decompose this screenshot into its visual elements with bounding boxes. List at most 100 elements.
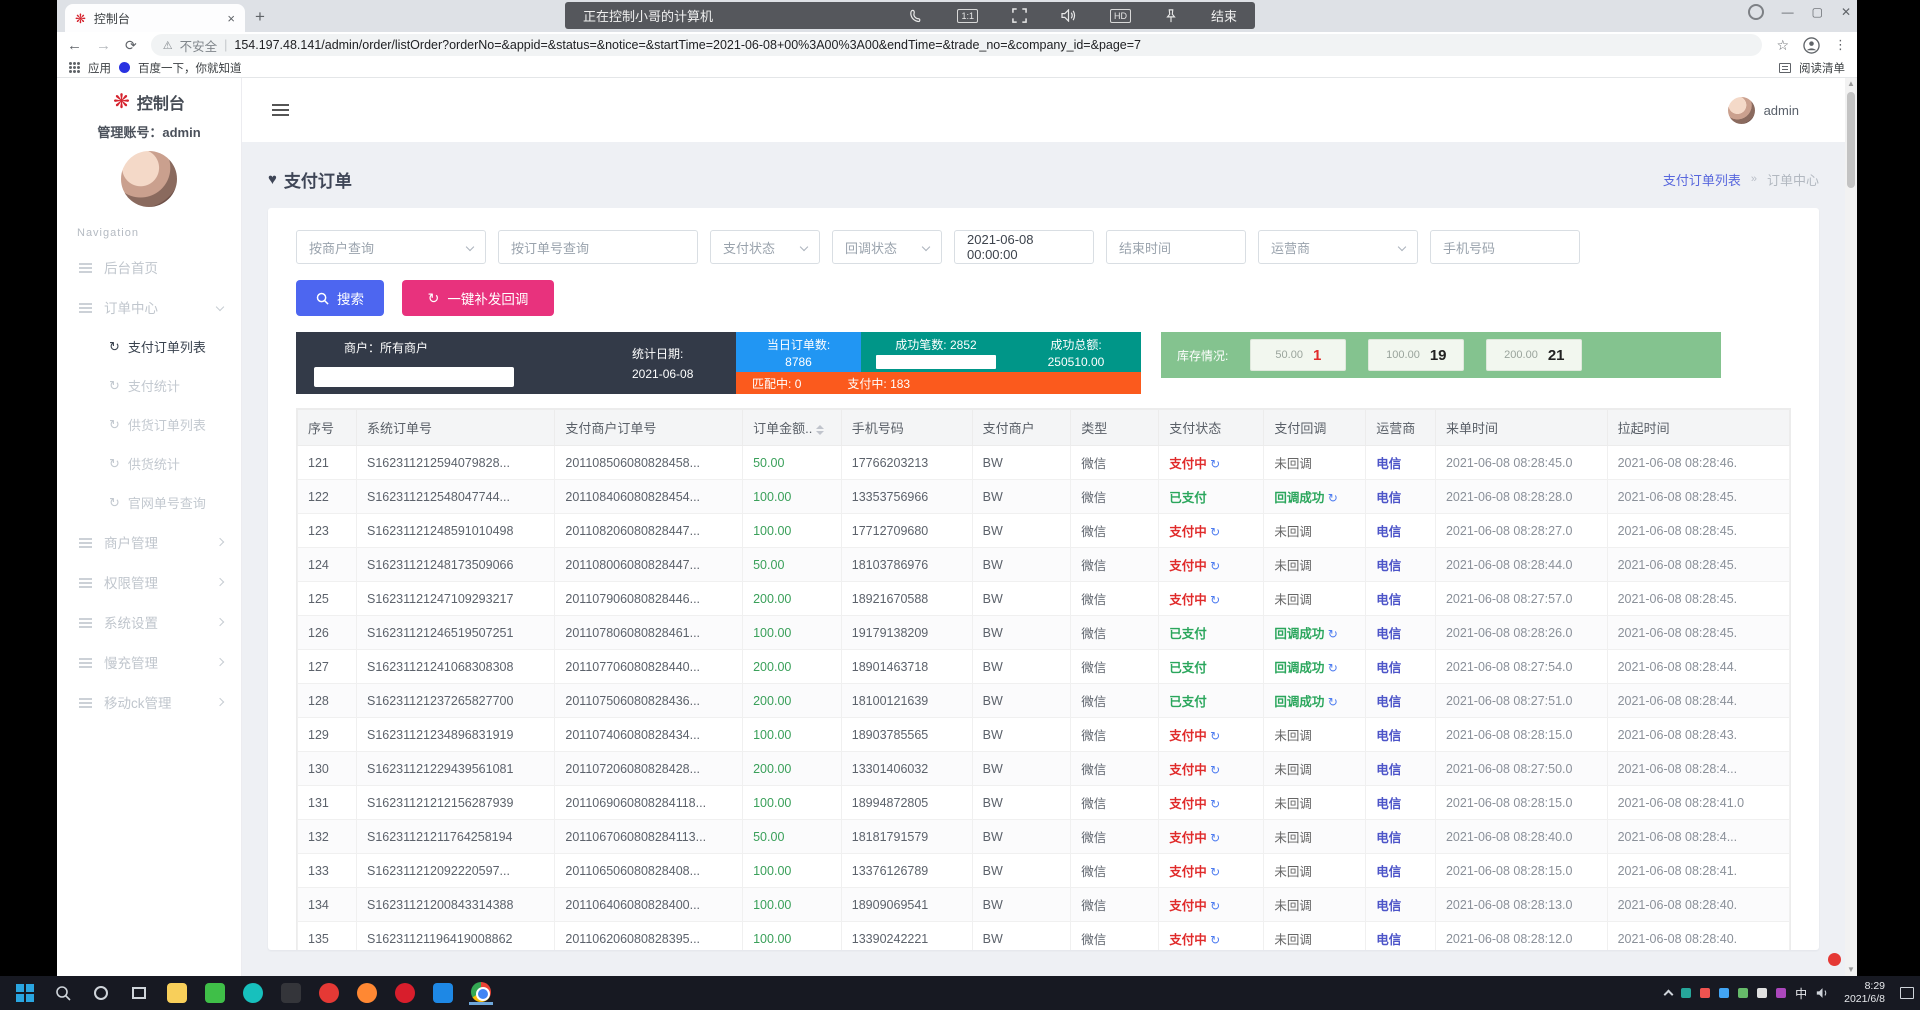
refresh-icon[interactable]: ↻ [1324,491,1337,505]
apps-grid-icon[interactable] [69,62,80,73]
reading-list-label[interactable]: 阅读清单 [1799,60,1845,76]
logo[interactable]: ❋ 控制台 [57,90,241,114]
refresh-icon[interactable]: ↻ [1324,661,1337,675]
tray-icon[interactable] [1738,988,1748,998]
sidebar-subitem[interactable]: ↻官网单号查询 [57,483,241,522]
refresh-icon[interactable]: ↻ [1207,899,1220,913]
app-teal-icon[interactable] [241,981,265,1005]
start-button[interactable] [13,981,37,1005]
sort-icon[interactable] [816,425,824,435]
refresh-icon[interactable]: ↻ [1324,627,1337,641]
file-explorer-icon[interactable] [165,981,189,1005]
new-tab-button[interactable]: + [255,7,265,27]
merchant-select[interactable]: 按商户查询 [296,230,486,264]
user-avatar[interactable] [121,151,177,207]
sidebar-item[interactable]: 后台首页 [57,247,241,287]
refresh-icon[interactable]: ↻ [1207,933,1220,947]
tray-icon[interactable] [1681,988,1691,998]
search-button[interactable]: 搜索 [296,280,384,316]
refresh-icon[interactable]: ↻ [1207,729,1220,743]
remote-end-button[interactable]: 结束 [1211,6,1237,25]
hd-icon[interactable]: HD [1110,9,1131,23]
bookmark-baidu[interactable]: 百度一下，你就知道 [138,60,242,76]
phone-input[interactable]: 手机号码 [1430,230,1580,264]
address-bar[interactable]: ⚠ 不安全 | 154.197.48.141/admin/order/listO… [151,34,1763,56]
terminal-icon[interactable] [279,981,303,1005]
scrollbar-thumb[interactable] [1847,92,1855,188]
resend-callback-button[interactable]: ↻ 一键补发回调 [402,280,554,316]
wechat-icon[interactable] [203,981,227,1005]
refresh-icon[interactable]: ↻ [1207,831,1220,845]
notification-dot[interactable] [1828,953,1841,966]
language-indicator[interactable]: 中 [1795,985,1807,1002]
cortana-icon[interactable] [89,981,113,1005]
tray-icon[interactable] [1719,988,1729,998]
order-no-input[interactable]: 按订单号查询 [498,230,698,264]
tray-icon[interactable] [1700,988,1710,998]
refresh-icon[interactable]: ↻ [1207,457,1220,471]
action-center-icon[interactable] [1900,987,1914,999]
sidebar-subitem[interactable]: ↻支付统计 [57,366,241,405]
column-header[interactable]: 订单金额.. [743,410,842,446]
chrome-icon[interactable] [469,981,493,1005]
apps-label[interactable]: 应用 [88,60,111,76]
sidebar-item[interactable]: 订单中心 [57,287,241,327]
sidebar-item[interactable]: 商户管理 [57,522,241,562]
task-view-icon[interactable] [127,981,151,1005]
taskbar-search-icon[interactable] [51,981,75,1005]
video-app-icon[interactable] [431,981,455,1005]
profile-avatar-icon[interactable] [1803,37,1820,54]
tab-close-icon[interactable]: × [227,11,235,26]
window-profile-icon[interactable] [1748,4,1764,20]
reload-button[interactable]: ⟳ [125,37,137,54]
music-app-icon[interactable] [393,981,417,1005]
refresh-icon[interactable]: ↻ [1324,695,1337,709]
bookmark-star-icon[interactable]: ☆ [1776,37,1789,54]
app-red-icon[interactable] [317,981,341,1005]
stat-success-input[interactable] [876,355,996,369]
taskbar-clock[interactable]: 8:29 2021/6/8 [1844,980,1885,1006]
header-user[interactable]: admin [1728,97,1799,124]
page-scrollbar[interactable]: ▲ ▼ [1845,78,1857,976]
sidebar-item[interactable]: 慢充管理 [57,642,241,682]
end-time-input[interactable]: 结束时间 [1106,230,1246,264]
ratio-1-1-icon[interactable]: 1:1 [957,9,978,23]
sidebar-subitem[interactable]: ↻供货统计 [57,444,241,483]
menu-kebab-icon[interactable]: ⋮ [1834,37,1847,53]
tray-expand-icon[interactable] [1664,990,1674,1000]
scroll-down-arrow[interactable]: ▼ [1845,964,1857,976]
phone-icon[interactable] [909,9,923,23]
refresh-icon[interactable]: ↻ [1207,763,1220,777]
pay-status-select[interactable]: 支付状态 [710,230,820,264]
refresh-icon[interactable]: ↻ [1207,865,1220,879]
tray-icon[interactable] [1757,988,1767,998]
volume-icon[interactable] [1816,987,1829,999]
window-maximize-button[interactable]: ▢ [1812,5,1823,19]
pin-icon[interactable] [1165,9,1177,23]
start-time-input[interactable]: 2021-06-08 00:00:00 [954,230,1094,264]
firefox-icon[interactable] [355,981,379,1005]
forward-button[interactable]: → [96,37,111,54]
scroll-up-arrow[interactable]: ▲ [1845,78,1857,90]
refresh-icon[interactable]: ↻ [1207,525,1220,539]
sidebar-item[interactable]: 权限管理 [57,562,241,602]
sidebar-item[interactable]: 移动ck管理 [57,682,241,722]
sidebar-subitem[interactable]: ↻支付订单列表 [57,327,241,366]
back-button[interactable]: ← [67,37,82,54]
tray-icon[interactable] [1776,988,1786,998]
callback-status-select[interactable]: 回调状态 [832,230,942,264]
browser-tab[interactable]: ❋ 控制台 × [65,4,245,32]
carrier-select[interactable]: 运营商 [1258,230,1418,264]
speaker-icon[interactable] [1061,9,1076,22]
refresh-icon[interactable]: ↻ [1207,559,1220,573]
window-close-button[interactable]: ✕ [1841,5,1851,19]
window-minimize-button[interactable]: — [1782,5,1794,19]
refresh-icon[interactable]: ↻ [1207,797,1220,811]
fullscreen-icon[interactable] [1012,8,1027,23]
breadcrumb-link[interactable]: 支付订单列表 [1663,170,1741,189]
sidebar-subitem[interactable]: ↻供货订单列表 [57,405,241,444]
hamburger-icon[interactable] [272,104,289,116]
refresh-icon[interactable]: ↻ [1207,593,1220,607]
sidebar-item[interactable]: 系统设置 [57,602,241,642]
stat-merchant-input[interactable] [314,367,514,387]
